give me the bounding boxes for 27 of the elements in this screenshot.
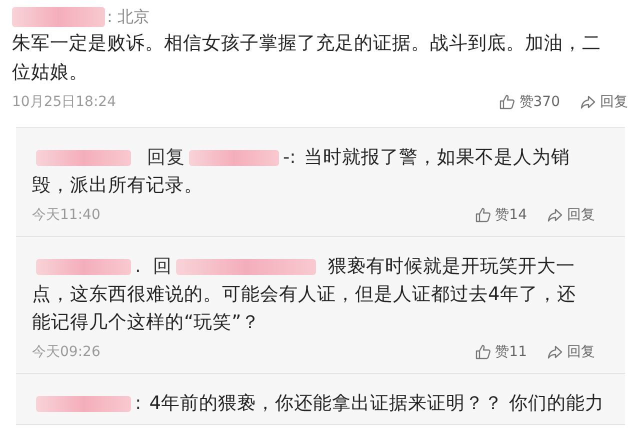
- reply-link[interactable]: 回复: [567, 343, 595, 361]
- thumbs-up-icon[interactable]: [475, 344, 492, 360]
- reply-text: 毁，派出所有记录。: [32, 175, 203, 196]
- colon-mark: :: [135, 393, 142, 414]
- reply-text: 猥亵有时候就是开玩笑开大一: [328, 256, 575, 277]
- like-count[interactable]: 赞11: [495, 343, 527, 361]
- like-count[interactable]: 赞370: [519, 93, 560, 111]
- comment-text: 朱军一定是败诉。相信女孩子掌握了充足的证据。战斗到底。加油，二 位姑娘。: [12, 33, 601, 83]
- share-arrow-icon[interactable]: [580, 94, 596, 110]
- thumbs-up-icon[interactable]: [499, 94, 516, 110]
- thumbs-up-icon[interactable]: [475, 207, 492, 223]
- share-arrow-icon[interactable]: [547, 207, 563, 223]
- share-arrow-icon[interactable]: [547, 344, 563, 360]
- reply-link[interactable]: 回复: [600, 93, 628, 111]
- timestamp: 今天11:40: [32, 206, 102, 224]
- reply-text: 当时就报了警，如果不是人为销: [304, 147, 570, 168]
- colon-mark: -:: [283, 147, 296, 168]
- reply-text: 4年前的猥亵，你还能拿出证据来证明？？ 你们的能力: [149, 393, 604, 414]
- reply-text: 点，这东西很难说的。可能会有人证，但是人证都过去4年了，还 能记得几个这样的“玩笑”？: [32, 284, 576, 333]
- name-suffix: .: [135, 256, 141, 277]
- reply-label: 回复: [147, 147, 185, 168]
- timestamp: 10月25日18:24: [12, 93, 117, 111]
- location-label: : 北京: [107, 6, 150, 28]
- reply-label: 回: [152, 256, 172, 277]
- reply-link[interactable]: 回复: [567, 206, 595, 224]
- timestamp: 今天09:26: [32, 343, 102, 361]
- like-count[interactable]: 赞14: [495, 206, 527, 224]
